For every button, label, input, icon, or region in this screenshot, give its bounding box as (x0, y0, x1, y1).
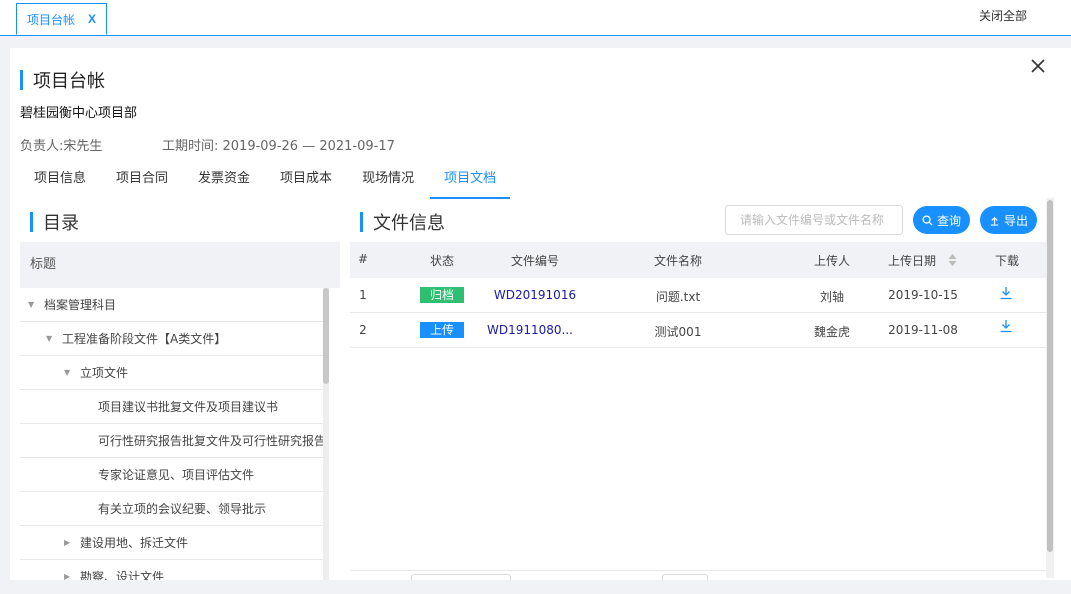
page-jump-input[interactable] (662, 574, 708, 580)
tree-item[interactable]: 可行性研究报告批复文件及可行性研究报告 (20, 424, 324, 458)
tree-item[interactable]: ▼ 工程准备阶段文件【A类文件】 (20, 322, 324, 356)
export-button-label: 导出 (1003, 213, 1028, 228)
file-info-title: 文件信息 (373, 213, 445, 234)
tree-item-label: 档案管理科目 (44, 298, 117, 312)
sort-icon[interactable] (948, 254, 957, 266)
tree-item-label: 可行性研究报告批复文件及可行性研究报告 (98, 434, 324, 448)
tree-column-header: 标题 (20, 242, 340, 288)
subtab-bar: 项目信息 项目合同 发票资金 项目成本 现场情况 项目文档 (20, 164, 512, 199)
tree-item-label: 立项文件 (80, 366, 129, 380)
tree-item-label: 有关立项的会议纪要、领导批示 (98, 502, 267, 516)
status-badge: 上传 (420, 322, 464, 338)
close-all-button[interactable]: 关闭全部 (979, 7, 1027, 24)
file-search-input[interactable] (725, 205, 903, 235)
column-header-date-label: 上传日期 (887, 254, 936, 268)
tab-close-button[interactable]: X (88, 12, 96, 26)
tab-site-status[interactable]: 现场情况 (348, 164, 428, 199)
column-header-status: 状态 (429, 254, 454, 268)
tree-item[interactable]: 有关立项的会议纪要、领导批示 (20, 492, 324, 526)
file-name: 问题.txt (655, 290, 701, 304)
tree-item-label: 工程准备阶段文件【A类文件】 (62, 332, 227, 346)
query-button-label: 查询 (936, 213, 961, 228)
download-icon[interactable] (999, 319, 1013, 333)
project-ledger-panel: 项目台帐 碧桂园衡中心项目部 负责人:宋先生 工期时间: 2019-09-26 … (10, 48, 1071, 580)
tab-invoice-funds[interactable]: 发票资金 (184, 164, 264, 199)
table-bottom-divider (350, 570, 1047, 571)
caret-down-icon[interactable]: ▼ (46, 334, 56, 343)
column-header-code: 文件编号 (510, 254, 559, 268)
caret-right-icon[interactable]: ▶ (64, 538, 74, 547)
tab-project-info[interactable]: 项目信息 (20, 164, 100, 199)
tree-item[interactable]: 项目建议书批复文件及项目建议书 (20, 390, 324, 424)
search-icon (922, 214, 933, 226)
tree-item[interactable]: ▼ 档案管理科目 (20, 288, 324, 322)
page-title-text: 项目台帐 (33, 71, 105, 92)
caret-down-icon[interactable]: ▼ (28, 300, 38, 309)
top-tab-bar: 项目台帐 X 关闭全部 (0, 0, 1071, 36)
tab-label: 项目台帐 (27, 12, 76, 27)
tree-item[interactable]: ▼ 立项文件 (20, 356, 324, 390)
title-accent-bar (20, 70, 23, 90)
tab-project-documents[interactable]: 项目文档 (430, 164, 511, 199)
column-header-date[interactable]: 上传日期 (877, 252, 947, 269)
status-badge-cell: 归档 (412, 287, 472, 303)
upload-icon (990, 216, 999, 226)
tab-project-ledger[interactable]: 项目台帐 X (16, 3, 107, 35)
caret-down-icon[interactable]: ▼ (64, 368, 74, 377)
file-name: 测试001 (654, 325, 702, 339)
project-name: 碧桂园衡中心项目部 (20, 106, 138, 121)
status-badge: 归档 (420, 287, 464, 303)
page-title: 项目台帐 (20, 69, 105, 92)
export-button[interactable]: 导出 (980, 206, 1037, 234)
project-period: 工期时间: 2019-09-26 — 2021-09-17 (162, 139, 395, 154)
tree-item-label: 建设用地、拆迁文件 (80, 536, 189, 550)
file-table-header: # 状态 文件编号 文件名称 上传人 上传日期 下载 (350, 242, 1047, 278)
query-button[interactable]: 查询 (913, 206, 970, 234)
row-index: 1 (359, 288, 367, 302)
project-manager: 负责人:宋先生 (20, 139, 103, 154)
close-icon[interactable] (1029, 57, 1047, 75)
tree-item-label: 项目建议书批复文件及项目建议书 (98, 400, 279, 414)
tab-project-cost[interactable]: 项目成本 (266, 164, 346, 199)
directory-title: 目录 (43, 213, 79, 234)
tree-item[interactable]: ▶ 建设用地、拆迁文件 (20, 526, 324, 560)
tree-item-label: 专家论证意见、项目评估文件 (98, 468, 255, 482)
caret-right-icon[interactable]: ▶ (64, 572, 74, 580)
download-icon[interactable] (999, 286, 1013, 300)
file-code-link[interactable]: WD20191016 (485, 288, 585, 302)
upload-date: 2019-10-15 (888, 288, 958, 302)
tab-project-contract[interactable]: 项目合同 (102, 164, 182, 199)
table-row: 1 归档 WD20191016 问题.txt 刘轴 2019-10-15 (350, 278, 1047, 313)
table-row: 2 上传 WD1911080... 测试001 魏金虎 2019-11-08 (350, 313, 1047, 348)
directory-heading: 目录 (30, 209, 79, 235)
content-scrollbar-thumb[interactable] (1047, 200, 1053, 552)
title-accent-bar (30, 212, 33, 232)
uploader: 魏金虎 (813, 325, 850, 339)
column-header-download: 下载 (994, 254, 1019, 268)
upload-date: 2019-11-08 (888, 323, 958, 337)
title-accent-bar (360, 212, 363, 232)
tree-item-label: 勘察、设计文件 (80, 570, 165, 580)
column-header-uploader: 上传人 (813, 254, 850, 268)
column-header-name: 文件名称 (653, 254, 702, 268)
tree-scrollbar-thumb[interactable] (323, 288, 329, 384)
file-code-link[interactable]: WD1911080... (475, 323, 585, 337)
directory-tree: ▼ 档案管理科目 ▼ 工程准备阶段文件【A类文件】 ▼ 立项文件 项目建议书批复… (20, 288, 324, 580)
tree-item[interactable]: ▶ 勘察、设计文件 (20, 560, 324, 580)
file-info-heading: 文件信息 (360, 209, 445, 235)
page-size-select[interactable] (411, 574, 511, 580)
uploader: 刘轴 (819, 290, 844, 304)
row-index: 2 (359, 323, 367, 337)
status-badge-cell: 上传 (412, 322, 472, 338)
column-header-index: # (357, 252, 369, 266)
tree-item[interactable]: 专家论证意见、项目评估文件 (20, 458, 324, 492)
